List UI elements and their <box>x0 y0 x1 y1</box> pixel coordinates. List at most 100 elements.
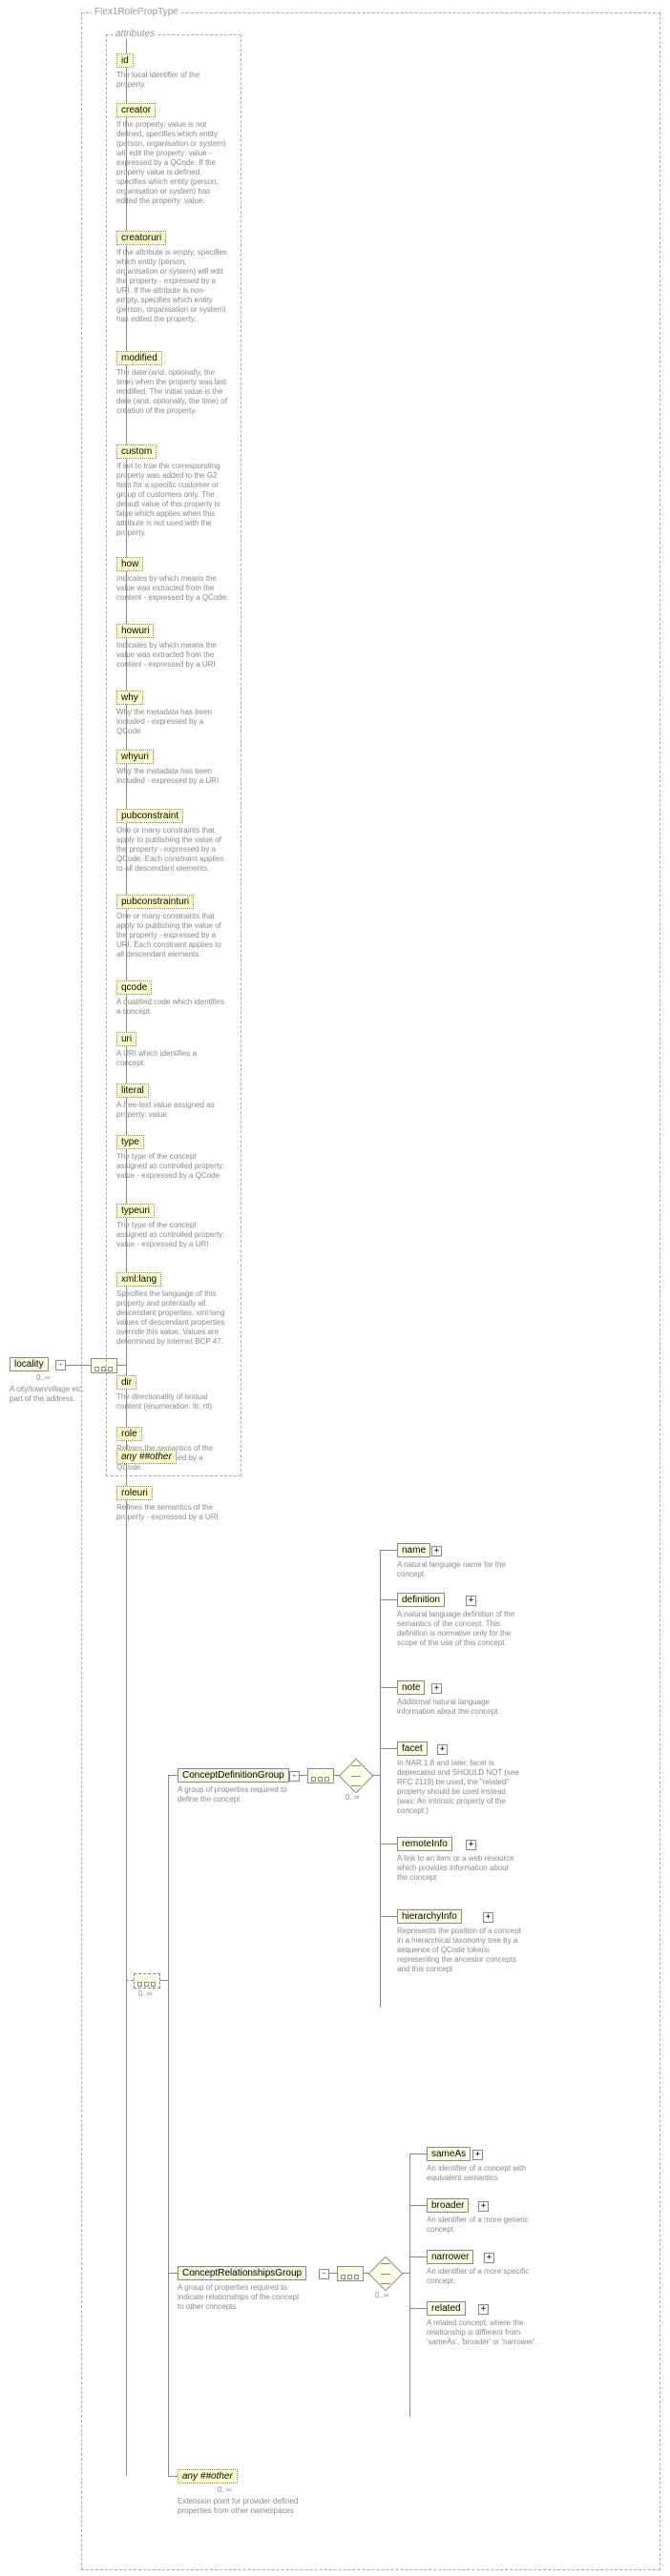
any-attribute: any ##other <box>116 1450 177 1464</box>
expand-icon[interactable]: + <box>483 1912 493 1923</box>
element-desc: A link to an item or a web resource whic… <box>397 1854 521 1883</box>
expand-icon[interactable]: - <box>289 1771 300 1782</box>
element-desc: Additional natural language information … <box>397 1698 521 1717</box>
expand-icon[interactable]: + <box>478 2201 489 2212</box>
connector <box>160 1980 168 1981</box>
expand-icon[interactable]: + <box>431 1683 442 1694</box>
element-desc: An identifier of a more specific concept… <box>427 2267 551 2286</box>
element-remoteInfo: remoteInfo <box>397 1837 452 1851</box>
connector <box>380 1916 397 1917</box>
connector <box>329 2273 337 2274</box>
element-facet: facet <box>397 1741 428 1756</box>
attribute-desc: A URI which identifies a concept. <box>116 1049 227 1068</box>
any-element: any ##other <box>178 2469 238 2483</box>
group-label: ConceptDefinitionGroup <box>182 1770 284 1781</box>
group-desc: A group of properties required to indica… <box>178 2283 302 2312</box>
connector <box>380 1687 397 1688</box>
attribute-dir: dir <box>116 1375 136 1390</box>
group-label: ConceptRelationshipsGroup <box>182 2268 302 2278</box>
attribute-desc: Indicates by which means the value was e… <box>116 641 227 670</box>
connector <box>409 2154 410 2417</box>
element-related: related <box>427 2301 466 2316</box>
element-desc: In NAR 1.8 and later, facet is deprecate… <box>397 1759 521 1816</box>
attribute-custom: custom <box>116 444 157 459</box>
expand-icon[interactable]: + <box>478 2304 489 2315</box>
attribute-desc: One or many constraints that apply to pu… <box>116 826 227 874</box>
attribute-creator: creator <box>116 103 156 117</box>
element-desc: A natural language definition of the sem… <box>397 1610 521 1648</box>
expand-icon[interactable]: - <box>55 1360 66 1370</box>
attribute-desc: If the property: value is not defined, s… <box>116 120 227 206</box>
attribute-id: id <box>116 53 134 68</box>
attribute-desc: The type of the concept assigned as cont… <box>116 1152 227 1181</box>
attribute-creatoruri: creatoruri <box>116 231 166 245</box>
connector <box>409 2205 427 2206</box>
occurrence: 0..∞ <box>375 2291 389 2299</box>
attribute-pubconstraint: pubconstraint <box>116 809 183 823</box>
attribute-desc: Why the metadata has been included - exp… <box>116 708 227 736</box>
connector <box>372 1775 380 1776</box>
attribute-desc: One or many constraints that apply to pu… <box>116 912 227 959</box>
connector <box>168 1775 178 1776</box>
connector <box>380 1550 397 1551</box>
connector <box>409 2308 427 2309</box>
any-label: any ##other <box>182 2471 233 2482</box>
attribute-desc: The directionality of textual content (e… <box>116 1392 227 1412</box>
element-narrower: narrower <box>427 2250 473 2264</box>
attribute-roleuri: roleuri <box>116 1486 153 1500</box>
element-desc: An identifier of a more generic concept. <box>427 2215 551 2235</box>
group-desc: A group of properties required to define… <box>178 1785 292 1804</box>
connector <box>168 2476 178 2477</box>
element-cname: name <box>397 1543 430 1557</box>
expand-icon[interactable]: + <box>466 1596 476 1606</box>
attribute-desc: Refines the semantics of the property - … <box>116 1503 227 1522</box>
attribute-howuri: howuri <box>116 624 154 638</box>
attribute-why: why <box>116 690 143 705</box>
element-hierarchyInfo: hierarchyInfo <box>397 1909 462 1924</box>
attribute-whyuri: whyuri <box>116 750 154 764</box>
element-desc: A related concept, where the relationshi… <box>427 2318 551 2347</box>
connector <box>380 1748 397 1749</box>
any-label: any ##other <box>121 1452 172 1462</box>
group-conceptdefinition: ConceptDefinitionGroup <box>178 1768 289 1783</box>
sequence-icon <box>307 1768 334 1783</box>
attribute-type: type <box>116 1135 144 1149</box>
attribute-desc: The local identifier of the property. <box>116 71 227 90</box>
connector <box>300 1775 307 1776</box>
attribute-modified: modified <box>116 351 162 365</box>
attribute-desc: If set to true the corresponding propert… <box>116 462 227 538</box>
attribute-how: how <box>116 557 143 571</box>
connector <box>402 2273 409 2274</box>
occurrence: 0..∞ <box>138 1989 153 1998</box>
expand-icon[interactable]: + <box>437 1744 448 1755</box>
attribute-uri: uri <box>116 1032 136 1046</box>
element-cnote: note <box>397 1680 425 1695</box>
element-label: locality <box>14 1359 44 1370</box>
element-desc: Represents the position of a concept in … <box>397 1927 521 1974</box>
element-sameAs: sameAs <box>427 2147 471 2161</box>
expand-icon[interactable]: - <box>319 2269 329 2279</box>
attribute-desc: A free-text value assigned as property: … <box>116 1101 227 1120</box>
attribute-desc: The date (and, optionally, the time) whe… <box>116 368 227 416</box>
element-desc: A natural language name for the concept. <box>397 1560 521 1579</box>
attribute-literal: literal <box>116 1083 149 1098</box>
connector <box>168 2273 178 2274</box>
attribute-desc: A qualified code which identifies a conc… <box>116 998 227 1017</box>
occurrence: 0..∞ <box>345 1793 360 1802</box>
attribute-typeuri: typeuri <box>116 1204 155 1218</box>
element-locality: locality <box>10 1357 49 1371</box>
expand-icon[interactable]: + <box>484 2253 494 2263</box>
attribute-role: role <box>116 1427 142 1441</box>
expand-icon[interactable]: + <box>466 1840 476 1850</box>
expand-icon[interactable]: + <box>472 2150 483 2160</box>
attribute-desc: Indicates by which means the value was e… <box>116 574 227 603</box>
element-desc: An identifier of a concept with equivale… <box>427 2164 551 2183</box>
expand-icon[interactable]: + <box>431 1546 442 1556</box>
sequence-icon <box>134 1973 160 1989</box>
sequence-icon <box>337 2266 364 2281</box>
type-label: Flex1RolePropType <box>92 7 181 17</box>
occurrence: 0..∞ <box>218 2485 232 2494</box>
attribute-desc: If the attribute is empty, specifies whi… <box>116 248 227 324</box>
attribute-desc: Why the metadata has been included - exp… <box>116 767 227 786</box>
connector <box>380 1550 381 2008</box>
